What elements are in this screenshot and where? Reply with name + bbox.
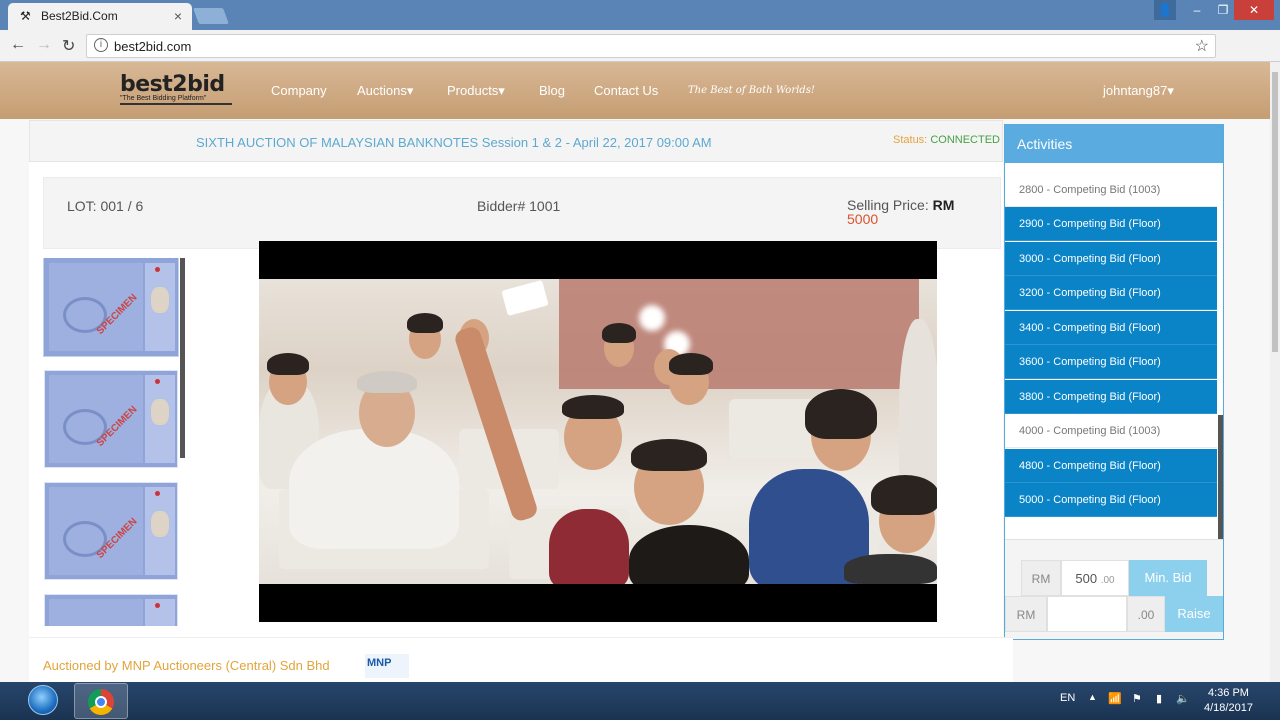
activity-item: 3600 - Competing Bid (Floor)	[1005, 345, 1217, 379]
auction-room-image	[259, 279, 937, 584]
live-video-feed[interactable]	[259, 241, 937, 622]
close-tab-icon[interactable]: ×	[174, 8, 182, 24]
min-bid-button[interactable]: Min. Bid	[1129, 560, 1207, 596]
activity-item: 4000 - Competing Bid (1003)	[1005, 414, 1217, 448]
activity-item: 3200 - Competing Bid (Floor)	[1005, 276, 1217, 310]
status-value: CONNECTED	[930, 134, 1000, 146]
raise-button[interactable]: Raise	[1165, 596, 1223, 632]
chrome-icon	[88, 689, 114, 715]
activities-header: Activities	[1005, 125, 1223, 163]
nav-auctions[interactable]: Auctions▾	[357, 83, 413, 99]
activity-item: 5000 - Competing Bid (Floor)	[1005, 483, 1217, 517]
banknote-thumbnail[interactable]: SPECIMEN	[44, 482, 178, 580]
browser-tab[interactable]: ⚒ Best2Bid.Com ×	[8, 3, 192, 30]
raise-amount-input[interactable]	[1047, 596, 1127, 632]
min-bid-currency: RM	[1021, 560, 1061, 596]
status-label: Status:	[893, 134, 928, 146]
close-window-icon[interactable]: ✕	[1234, 0, 1274, 20]
banknote-thumbnail[interactable]	[44, 594, 178, 626]
lot-number: LOT: 001 / 6	[67, 198, 144, 214]
bidder-number: Bidder# 1001	[477, 198, 561, 214]
website-viewport: best2bid "The Best Bidding Platform" Com…	[0, 62, 1280, 682]
windows-taskbar: EN ▲ 📶 ⚑ ▮ 🔈 4:36 PM 4/18/2017	[0, 682, 1280, 720]
system-clock[interactable]: 4:36 PM 4/18/2017	[1204, 686, 1253, 716]
restore-icon[interactable]: ❐	[1210, 0, 1236, 20]
site-logo[interactable]: best2bid "The Best Bidding Platform"	[120, 72, 232, 114]
selling-price: Selling Price: RM 5000	[847, 198, 954, 226]
thumbnail-scrollbar[interactable]	[180, 258, 185, 458]
auctioned-by-text: Auctioned by MNP Auctioneers (Central) S…	[43, 658, 330, 673]
clock-time: 4:36 PM	[1207, 687, 1249, 699]
logo-text: best2bid	[120, 72, 225, 97]
language-indicator[interactable]: EN	[1060, 692, 1075, 704]
page-scrollbar[interactable]	[1270, 62, 1280, 682]
auction-panel: SIXTH AUCTION OF MALAYSIAN BANKNOTES Ses…	[29, 120, 1003, 682]
profile-icon[interactable]: 👤	[1154, 0, 1176, 20]
bookmark-star-icon[interactable]: ☆	[1195, 36, 1209, 56]
clock-date: 4/18/2017	[1204, 702, 1253, 714]
bid-controls: RM 500 .00 Min. Bid RM .00 Raise	[1005, 539, 1223, 639]
raise-cents: .00	[1127, 596, 1165, 632]
new-tab-button[interactable]	[193, 8, 229, 24]
site-tagline: The Best of Both Worlds!	[688, 85, 815, 96]
activities-panel: Activities 2800 - Competing Bid (1003) 2…	[1004, 124, 1224, 640]
connection-status: Status: CONNECTED	[893, 134, 1000, 146]
auction-title-bar: SIXTH AUCTION OF MALAYSIAN BANKNOTES Ses…	[29, 120, 1003, 162]
network-icon[interactable]: 📶	[1108, 692, 1122, 705]
nav-blog[interactable]: Blog	[539, 83, 565, 98]
activities-list: 2800 - Competing Bid (1003) 2900 - Compe…	[1005, 173, 1217, 521]
nav-company[interactable]: Company	[271, 83, 327, 98]
taskbar-chrome-button[interactable]	[74, 683, 128, 719]
min-bid-cents: .00	[1100, 575, 1115, 586]
start-button[interactable]	[28, 685, 58, 715]
reload-icon[interactable]: ↻	[62, 36, 75, 56]
mnp-logo: MNP	[365, 654, 409, 678]
auction-title: SIXTH AUCTION OF MALAYSIAN BANKNOTES Ses…	[196, 135, 712, 150]
tab-title: Best2Bid.Com	[41, 9, 118, 23]
url-text: best2bid.com	[114, 39, 192, 54]
min-bid-value: 500	[1075, 571, 1098, 586]
nav-products[interactable]: Products▾	[447, 83, 505, 99]
banknote-thumbnail[interactable]: SPECIMEN	[44, 370, 178, 468]
activity-item: 2800 - Competing Bid (1003)	[1005, 173, 1217, 207]
raise-currency: RM	[1005, 596, 1047, 632]
battery-icon[interactable]: ▮	[1156, 692, 1162, 705]
activity-item: 3000 - Competing Bid (Floor)	[1005, 242, 1217, 276]
info-icon[interactable]: i	[94, 38, 108, 52]
activity-item: 2900 - Competing Bid (Floor)	[1005, 207, 1217, 241]
min-bid-amount: 500 .00	[1061, 560, 1129, 596]
selling-price-value: 5000	[847, 211, 879, 227]
browser-titlebar: ⚒ Best2Bid.Com × 👤 – ❐ ✕	[0, 0, 1280, 30]
nav-contact[interactable]: Contact Us	[594, 83, 658, 98]
activity-item: 4800 - Competing Bid (Floor)	[1005, 449, 1217, 483]
page-scroll-thumb[interactable]	[1272, 72, 1278, 352]
lot-info-bar: LOT: 001 / 6 Bidder# 1001 Selling Price:…	[43, 177, 1001, 249]
activity-item: 3400 - Competing Bid (Floor)	[1005, 311, 1217, 345]
activities-scrollbar[interactable]	[1218, 415, 1223, 539]
minimize-icon[interactable]: –	[1184, 0, 1210, 20]
banknote-thumbnails: SPECIMEN SPECIMEN SPECIMEN	[43, 258, 187, 626]
action-center-flag-icon[interactable]: ⚑	[1132, 692, 1142, 705]
address-bar-row: ← → ↻ i best2bid.com ☆ ⬇ ⋮	[0, 30, 1280, 85]
activity-item: 3800 - Competing Bid (Floor)	[1005, 380, 1217, 414]
site-navbar: best2bid "The Best Bidding Platform" Com…	[0, 62, 1270, 119]
gavel-icon: ⚒	[20, 9, 31, 23]
user-menu[interactable]: johntang87▾	[1103, 83, 1174, 99]
forward-icon[interactable]: →	[36, 36, 52, 54]
auctioneer-footer: Auctioned by MNP Auctioneers (Central) S…	[29, 637, 1013, 682]
address-input[interactable]: i best2bid.com ☆	[86, 34, 1216, 58]
tray-expand-icon[interactable]: ▲	[1088, 692, 1097, 702]
banknote-thumbnail[interactable]: SPECIMEN	[43, 258, 179, 357]
back-icon[interactable]: ←	[10, 36, 26, 54]
volume-icon[interactable]: 🔈	[1176, 692, 1190, 705]
selling-price-currency: RM	[932, 197, 955, 213]
